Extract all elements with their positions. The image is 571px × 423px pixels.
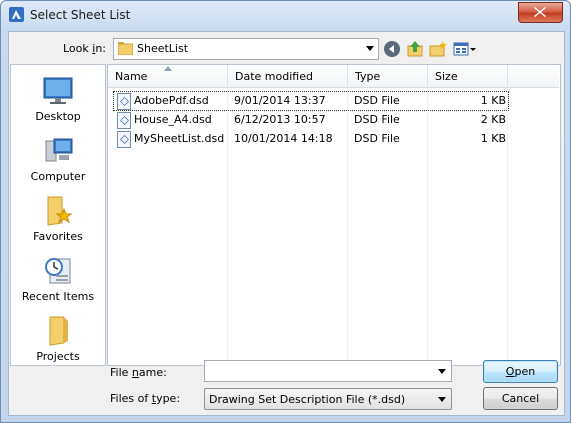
folder-icon (118, 42, 133, 55)
computer-icon (45, 138, 73, 162)
projects-folder-icon (49, 316, 68, 346)
file-name: AdobePdf.dsd (134, 94, 209, 107)
column-header-date-modified[interactable]: Date modified (228, 65, 348, 88)
close-button[interactable] (518, 2, 563, 23)
place-favorites[interactable]: Favorites (11, 195, 105, 243)
file-date: 9/01/2014 13:37 (234, 94, 326, 107)
file-type: DSD File (354, 132, 400, 145)
dsd-file-icon (117, 112, 131, 129)
files-of-type-label: Files of type: (110, 392, 181, 405)
desktop-icon (43, 77, 73, 104)
look-in-value: SheetList (137, 42, 189, 55)
place-projects[interactable]: Projects (11, 315, 105, 363)
file-name: MySheetList.dsd (134, 132, 225, 145)
look-in-label: Look in: (63, 42, 107, 55)
place-label: Computer (30, 170, 86, 183)
places-bar: Desktop Computer Favorites Recent Items … (10, 64, 106, 366)
file-size: 1 KB (480, 132, 506, 145)
column-header-size[interactable]: Size (428, 65, 508, 88)
sort-arrow-icon (164, 66, 172, 71)
file-date: 6/12/2013 10:57 (234, 113, 326, 126)
files-of-type-value: Drawing Set Description File (*.dsd) (209, 393, 406, 406)
file-name: House_A4.dsd (134, 113, 212, 126)
look-in-dropdown[interactable]: SheetList (113, 38, 379, 60)
chevron-down-icon (366, 46, 374, 51)
file-row[interactable]: MySheetList.dsd 10/01/2014 14:18 DSD Fil… (114, 130, 508, 148)
dsd-file-icon (117, 93, 131, 110)
favorites-icon (47, 196, 73, 226)
chevron-down-icon[interactable] (438, 369, 446, 374)
file-row[interactable]: AdobePdf.dsd 9/01/2014 13:37 DSD File 1 … (113, 91, 509, 111)
dialog-window: Select Sheet List Look in: SheetList Des… (0, 0, 571, 423)
file-type: DSD File (354, 113, 400, 126)
dsd-file-icon (117, 131, 131, 148)
file-date: 10/01/2014 14:18 (234, 132, 333, 145)
open-button[interactable]: Open (483, 360, 558, 383)
file-list: Name Date modified Type Size AdobePdf.ds… (107, 64, 561, 366)
place-recent-items[interactable]: Recent Items (11, 255, 105, 303)
place-computer[interactable]: Computer (11, 135, 105, 183)
file-name-field[interactable] (204, 360, 452, 382)
column-header-filler (508, 65, 559, 88)
file-size: 2 KB (480, 113, 506, 126)
dialog-body: Look in: SheetList Desktop Computer Favo… (8, 31, 565, 416)
files-of-type-dropdown[interactable]: Drawing Set Description File (*.dsd) (204, 388, 452, 410)
back-icon[interactable] (383, 40, 401, 58)
app-icon (9, 7, 24, 22)
place-label: Recent Items (21, 290, 95, 303)
recent-items-icon (45, 258, 71, 284)
window-title: Select Sheet List (30, 8, 131, 22)
close-icon (534, 7, 546, 17)
place-label: Desktop (35, 110, 81, 123)
up-folder-icon[interactable] (406, 40, 424, 58)
column-header-type[interactable]: Type (348, 65, 428, 88)
place-desktop[interactable]: Desktop (11, 75, 105, 123)
file-row[interactable]: House_A4.dsd 6/12/2013 10:57 DSD File 2 … (114, 111, 508, 129)
views-menu-icon[interactable] (453, 40, 477, 58)
title-bar[interactable]: Select Sheet List (1, 1, 570, 30)
new-folder-icon[interactable] (429, 40, 447, 58)
file-type: DSD File (354, 94, 400, 107)
cancel-button[interactable]: Cancel (483, 387, 558, 410)
file-size: 1 KB (480, 94, 506, 107)
column-header-name[interactable]: Name (108, 65, 228, 88)
chevron-down-icon (438, 397, 446, 402)
file-name-label: File name: (110, 366, 167, 379)
place-label: Favorites (33, 230, 83, 243)
place-label: Projects (36, 350, 80, 363)
